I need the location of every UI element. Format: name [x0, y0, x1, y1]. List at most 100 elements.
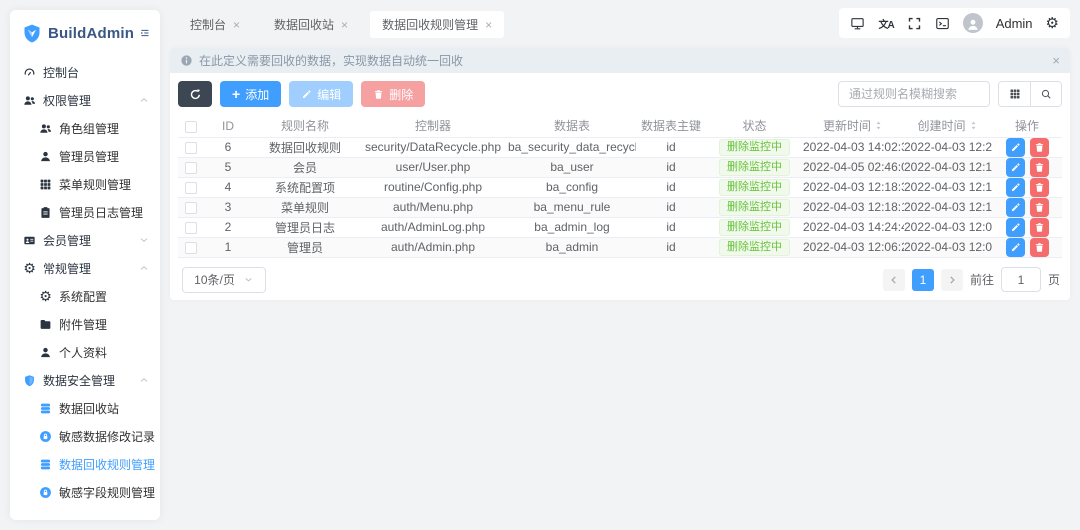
- cell-pk: id: [636, 157, 706, 177]
- terminal-icon[interactable]: [935, 16, 950, 31]
- sidebar-item-auth-group[interactable]: 角色组管理: [10, 114, 160, 142]
- tab-close-icon[interactable]: ×: [485, 19, 492, 31]
- cell-table: ba_security_data_recycle: [508, 137, 636, 157]
- page-size-select[interactable]: 10条/页: [182, 267, 266, 293]
- cell-pk: id: [636, 237, 706, 257]
- delete-row-button[interactable]: [1030, 138, 1049, 157]
- select-all-checkbox[interactable]: [185, 121, 197, 133]
- add-button[interactable]: + 添加: [220, 81, 281, 107]
- cell-pk: id: [636, 177, 706, 197]
- search-toggle-button[interactable]: [1030, 82, 1061, 106]
- fullscreen-icon[interactable]: [907, 16, 922, 31]
- sidebar-item-config[interactable]: ⚙系统配置: [10, 282, 160, 310]
- row-checkbox[interactable]: [185, 222, 197, 234]
- user-name[interactable]: Admin: [996, 16, 1033, 31]
- cell-status: 删除监控中: [706, 157, 803, 177]
- cell-status: 删除监控中: [706, 217, 803, 237]
- prev-page-button[interactable]: [883, 269, 905, 291]
- sidebar-item-auth-admin[interactable]: 管理员管理: [10, 142, 160, 170]
- dashboard-icon: [23, 66, 36, 79]
- status-badge: 删除监控中: [719, 199, 790, 216]
- sidebar-item-recycle-bin[interactable]: 数据回收站: [10, 394, 160, 422]
- tab-console[interactable]: 控制台 ×: [178, 11, 252, 38]
- column-header-updated[interactable]: 更新时间: [803, 115, 904, 137]
- row-select-cell: [178, 237, 204, 257]
- sort-icon[interactable]: [968, 120, 979, 131]
- cell-ops: [992, 217, 1062, 237]
- tab-recycle-rule[interactable]: 数据回收规则管理×: [370, 11, 504, 38]
- table-body: 6数据回收规则security/DataRecycle.phpba_securi…: [178, 137, 1062, 257]
- edit-row-button[interactable]: [1006, 198, 1025, 217]
- sidebar-item-recycle-rule[interactable]: 数据回收规则管理: [10, 450, 160, 478]
- cell-status: 删除监控中: [706, 137, 803, 157]
- cell-created: 2022-04-03 12:18:30: [904, 177, 992, 197]
- column-header-label: 规则名称: [281, 117, 329, 134]
- tab-label: 控制台: [190, 16, 226, 33]
- sidebar-item-sensitive-rule[interactable]: 敏感字段规则管理: [10, 478, 160, 506]
- table-row: 4系统配置项routine/Config.phpba_configid删除监控中…: [178, 177, 1062, 197]
- search-input[interactable]: [838, 81, 990, 107]
- delete-row-button[interactable]: [1030, 238, 1049, 257]
- sidebar-item-routine[interactable]: ⚙常规管理: [10, 254, 160, 282]
- sidebar-item-label: 附件管理: [59, 316, 107, 333]
- sort-icon[interactable]: [873, 120, 884, 131]
- avatar[interactable]: [963, 13, 983, 33]
- sidebar-item-auth-log[interactable]: 管理员日志管理: [10, 198, 160, 226]
- sidebar-item-sensitive-log[interactable]: 敏感数据修改记录: [10, 422, 160, 450]
- column-header-name: 规则名称: [252, 115, 358, 137]
- sidebar-item-profile[interactable]: 个人资料: [10, 338, 160, 366]
- translate-icon[interactable]: 文A: [878, 16, 893, 31]
- alert-close-icon[interactable]: ×: [1052, 54, 1060, 67]
- tab-close-icon[interactable]: ×: [233, 19, 240, 31]
- user-group-icon: [39, 122, 52, 135]
- sidebar-item-auth[interactable]: 权限管理: [10, 86, 160, 114]
- column-header-created[interactable]: 创建时间: [904, 115, 992, 137]
- lock-badge-icon: [39, 430, 52, 443]
- delete-row-button[interactable]: [1030, 158, 1049, 177]
- tab-close-icon[interactable]: ×: [341, 19, 348, 31]
- edit-row-button[interactable]: [1006, 138, 1025, 157]
- goto-page-input[interactable]: [1001, 267, 1041, 292]
- tab-recycle-bin[interactable]: 数据回收站×: [262, 11, 360, 38]
- delete-button[interactable]: 删除: [361, 81, 425, 107]
- pencil-icon: [1010, 162, 1021, 173]
- column-header-label: 操作: [1015, 117, 1039, 134]
- delete-row-button[interactable]: [1030, 218, 1049, 237]
- edit-row-button[interactable]: [1006, 238, 1025, 257]
- edit-button[interactable]: 编辑: [289, 81, 353, 107]
- sidebar-item-dashboard[interactable]: 控制台: [10, 58, 160, 86]
- next-page-button[interactable]: [941, 269, 963, 291]
- row-checkbox[interactable]: [185, 202, 197, 214]
- pencil-icon: [1010, 222, 1021, 233]
- sidebar-header: BuildAdmin: [10, 10, 160, 52]
- edit-row-button[interactable]: [1006, 178, 1025, 197]
- cell-created: 2022-04-03 12:09:24: [904, 217, 992, 237]
- sidebar: BuildAdmin 控制台权限管理角色组管理管理员管理菜单规则管理管理员日志管…: [10, 10, 160, 520]
- column-toggle-button[interactable]: [999, 82, 1030, 106]
- sidebar-item-security[interactable]: 数据安全管理: [10, 366, 160, 394]
- cell-status: 删除监控中: [706, 177, 803, 197]
- menu-fold-icon[interactable]: [140, 25, 150, 41]
- status-badge: 删除监控中: [719, 179, 790, 196]
- column-header-controller: 控制器: [358, 115, 508, 137]
- cell-pk: id: [636, 217, 706, 237]
- sidebar-item-attachment[interactable]: 附件管理: [10, 310, 160, 338]
- row-checkbox[interactable]: [185, 142, 197, 154]
- sidebar-item-user[interactable]: 会员管理: [10, 226, 160, 254]
- monitor-icon[interactable]: [850, 16, 865, 31]
- edit-row-button[interactable]: [1006, 158, 1025, 177]
- table-toolbar: + 添加 编辑 删除: [170, 73, 1070, 115]
- delete-row-button[interactable]: [1030, 178, 1049, 197]
- trash-icon: [373, 89, 384, 100]
- sidebar-item-auth-menu[interactable]: 菜单规则管理: [10, 170, 160, 198]
- edit-row-button[interactable]: [1006, 218, 1025, 237]
- row-checkbox[interactable]: [185, 182, 197, 194]
- refresh-button[interactable]: [178, 81, 212, 107]
- column-header-ops: 操作: [992, 115, 1062, 137]
- settings-gear-icon[interactable]: ⚙: [1046, 16, 1059, 31]
- row-checkbox[interactable]: [185, 242, 197, 254]
- page-number-current[interactable]: 1: [912, 269, 934, 291]
- row-checkbox[interactable]: [185, 162, 197, 174]
- delete-row-button[interactable]: [1030, 198, 1049, 217]
- sidebar-item-label: 管理员管理: [59, 148, 119, 165]
